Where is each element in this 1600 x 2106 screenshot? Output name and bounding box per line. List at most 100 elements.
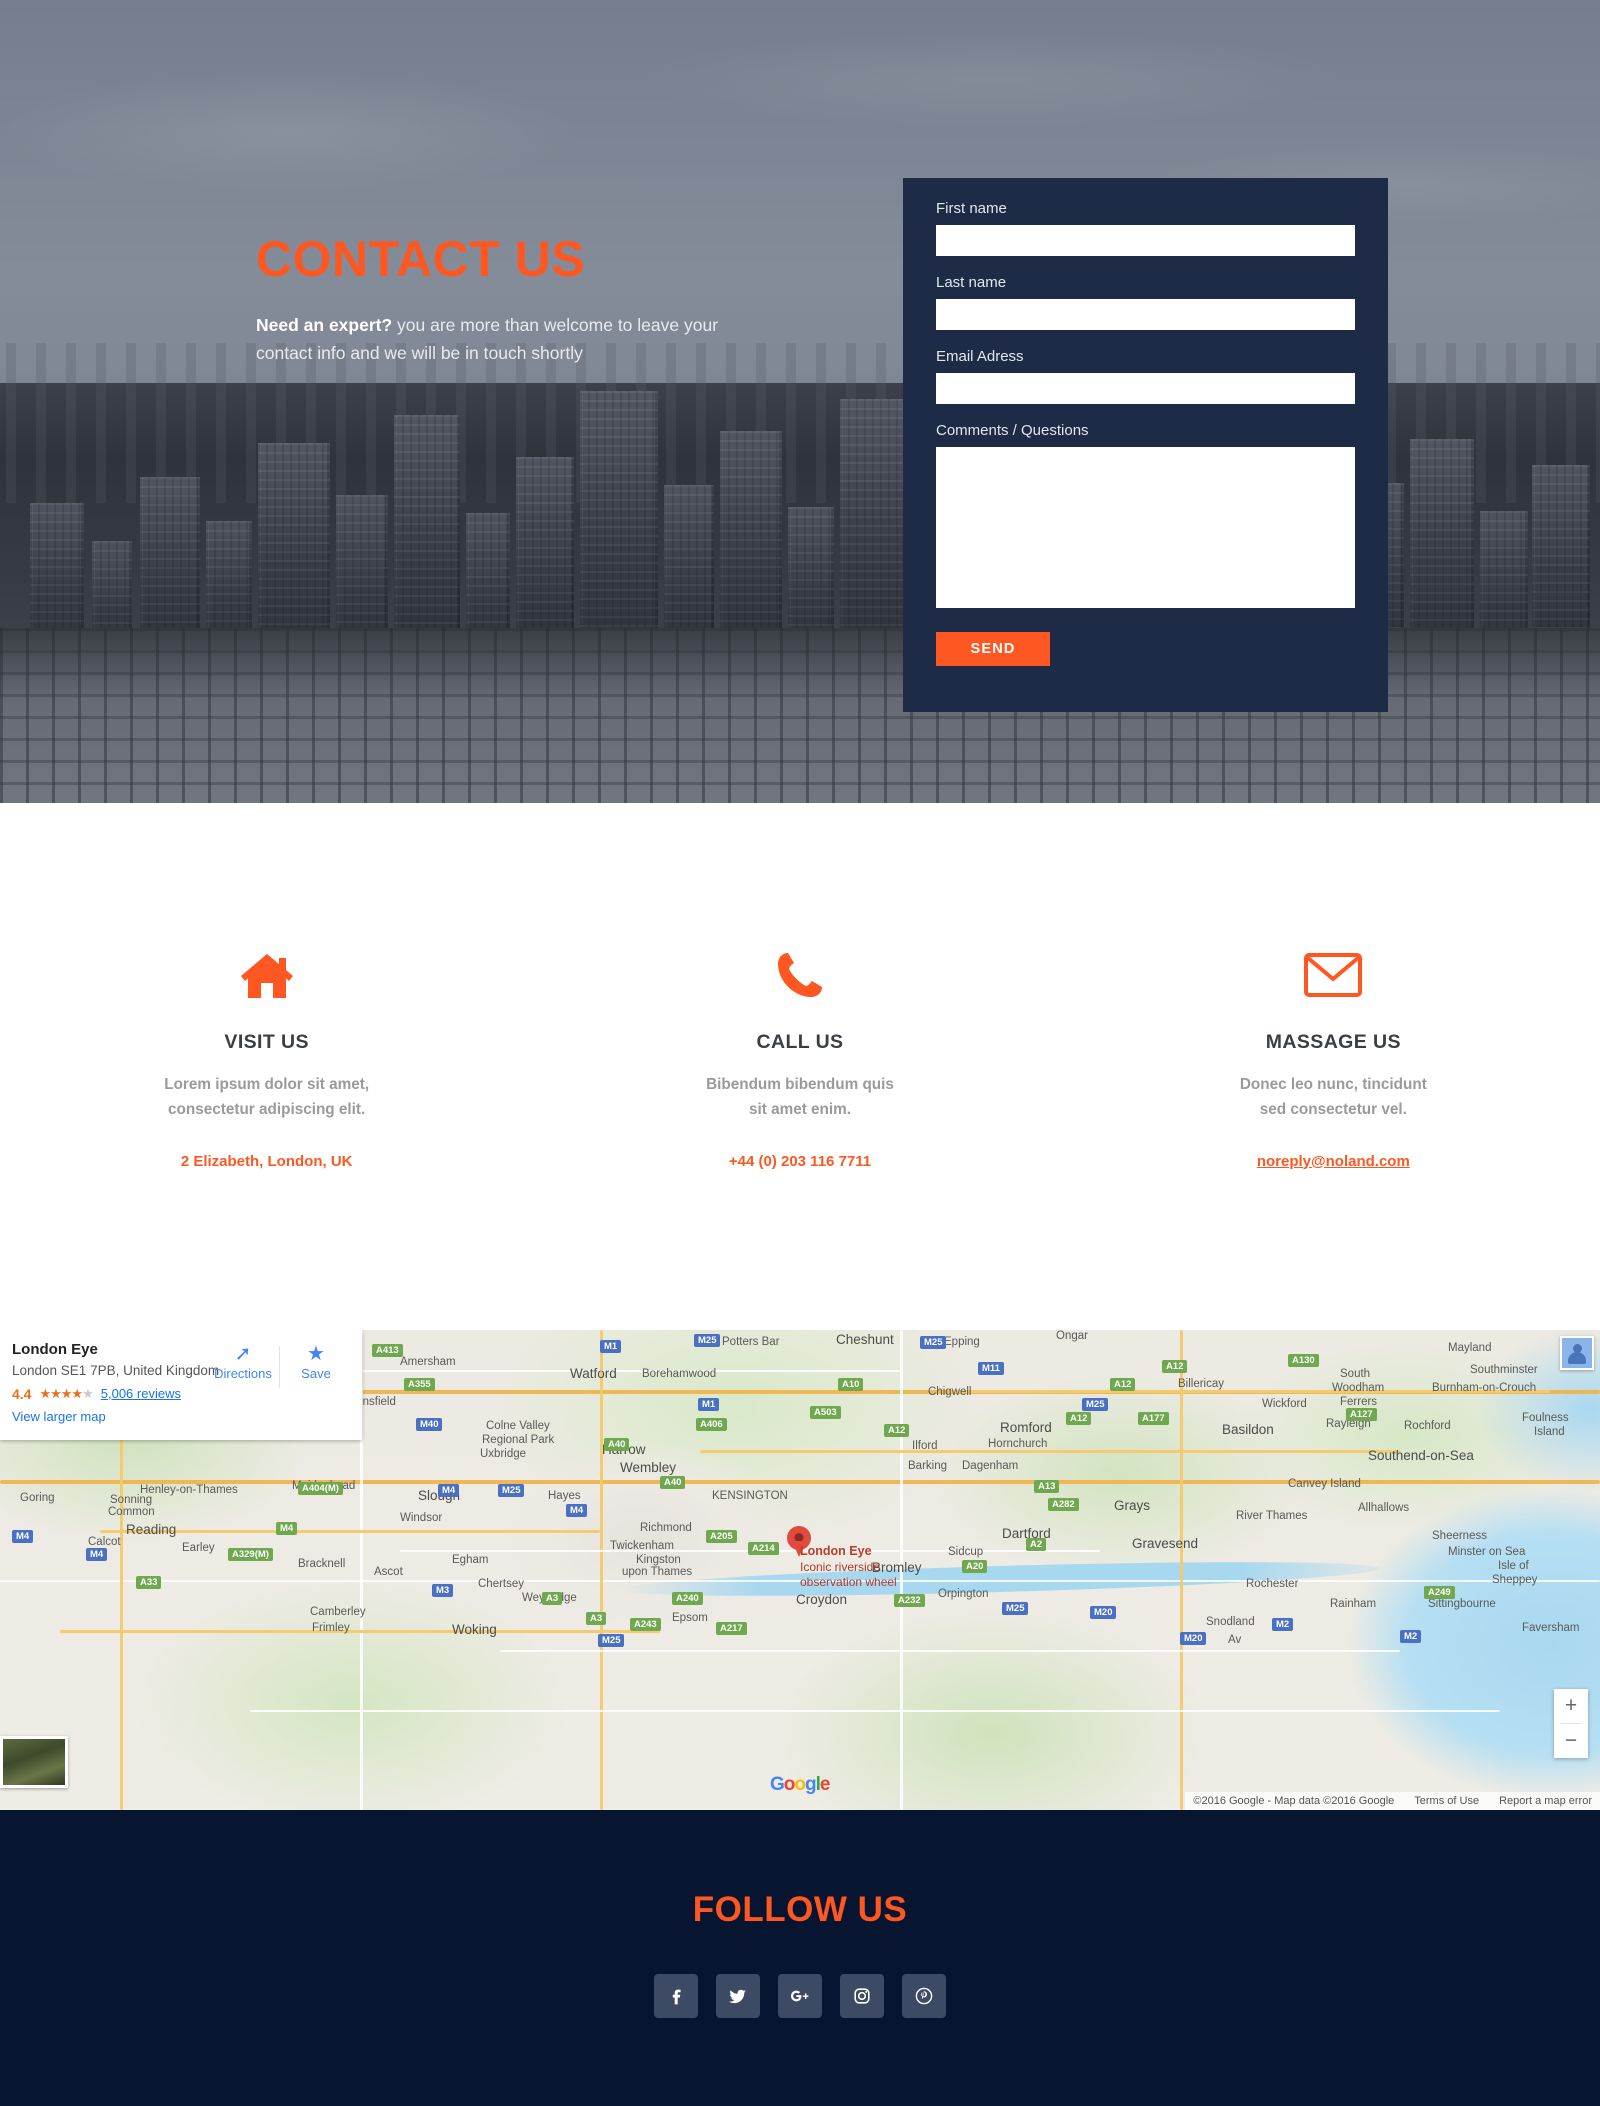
map-place-label: Grays [1114,1498,1151,1513]
map-place-label: Richmond [640,1522,692,1534]
info-column-massage-us: MASSAGE US Donec leo nunc, tincidunt sed… [1067,941,1600,1171]
map-place-label: Isle of [1498,1560,1529,1572]
map-place-label: Southend-on-Sea [1368,1448,1474,1463]
comments-textarea[interactable] [936,447,1355,608]
map-place-label: Camberley [310,1606,366,1618]
instagram-icon[interactable] [840,1974,884,2018]
contact-form-panel: First name Last name Email Adress Commen… [903,178,1388,712]
zoom-in-button[interactable]: + [1554,1689,1588,1723]
save-label: Save [301,1366,331,1381]
map-road-badge: A40 [660,1476,686,1489]
map-road-badge: M4 [438,1484,460,1497]
report-map-error-link[interactable]: Report a map error [1499,1795,1592,1807]
map-road-badge: A3 [542,1592,563,1605]
map-place-label: upon Thames [622,1566,693,1578]
map-place-label: Rochester [1246,1578,1299,1590]
map-road-badge: A249 [1424,1586,1455,1599]
map-place-label: Burnham-on-Crouch [1432,1382,1537,1394]
map-road-badge: A282 [1048,1498,1079,1511]
map-place-label: Canvey Island [1288,1478,1361,1490]
map-road-badge: M20 [1090,1606,1117,1619]
map-place-label: Bracknell [298,1558,346,1570]
street-view-thumbnail[interactable] [0,1736,68,1788]
send-button[interactable]: SEND [936,632,1050,666]
map-road-badge: M1 [600,1340,622,1353]
last-name-input[interactable] [936,299,1355,330]
terms-of-use-link[interactable]: Terms of Use [1414,1795,1479,1807]
reviews-link[interactable]: 5,006 reviews [101,1386,181,1401]
facebook-icon[interactable] [654,1974,698,2018]
phone-icon [533,941,1066,1009]
map-place-label: Rochford [1404,1420,1451,1432]
rating-stars: ★★★★★ [39,1385,93,1401]
map-place-label: Minster on Sea [1448,1546,1526,1558]
map-road-badge: A406 [696,1418,727,1431]
contact-info-section: VISIT US Lorem ipsum dolor sit amet, con… [0,803,1600,1330]
map-place-label: Kingston [636,1554,681,1566]
star-icon: ★ [307,1343,325,1365]
zoom-out-button[interactable]: − [1554,1724,1588,1758]
envelope-icon [1067,941,1600,1009]
pegman-body [1568,1352,1586,1364]
twitter-icon[interactable] [716,1974,760,2018]
map-road-badge: A329(M) [228,1548,273,1561]
map-road-badge: A177 [1138,1412,1169,1425]
map-road-badge: A243 [630,1618,661,1631]
info-description: Lorem ipsum dolor sit amet, consectetur … [0,1073,533,1123]
map-place-label: Watford [570,1366,617,1381]
map-place-label: Woking [452,1622,497,1637]
map-place-label: Mayland [1448,1342,1492,1354]
map-road-badge: M25 [694,1334,721,1347]
map-road-badge: A232 [894,1594,925,1607]
directions-button[interactable]: ➚ Directions [207,1344,279,1381]
email-input[interactable] [936,373,1355,404]
address-link[interactable]: 2 Elizabeth, London, UK [181,1153,353,1170]
map-road-badge: M3 [432,1584,454,1597]
email-link[interactable]: noreply@noland.com [1257,1153,1410,1170]
map-place-label: Amersham [400,1356,456,1368]
map-road-badge: A240 [672,1592,703,1605]
map-place-label: Epsom [672,1612,708,1624]
map-card-actions: ➚ Directions ★ Save [207,1344,352,1388]
view-larger-map-link[interactable]: View larger map [12,1409,350,1424]
map-place-label: Island [1534,1426,1565,1438]
map-road-badge: A33 [136,1576,162,1589]
map-place-label: Frimley [312,1622,350,1634]
map-place-label: Epping [944,1336,980,1348]
map-place-label: Reading [126,1522,177,1537]
map-road-badge: A2 [1026,1538,1047,1551]
info-desc-line1: Bibendum bibendum quis [706,1076,894,1093]
info-column-visit-us: VISIT US Lorem ipsum dolor sit amet, con… [0,941,533,1171]
info-desc-line2: sed consectetur vel. [1259,1100,1407,1118]
comments-label: Comments / Questions [936,422,1089,439]
map-place-label: Sheppey [1492,1574,1538,1586]
map-road [250,1710,1050,1712]
marker-desc-line1: Iconic riverside [800,1559,881,1574]
map-road-badge: M4 [86,1548,108,1561]
map-place-label: Uxbridge [480,1448,527,1460]
map-place-label: Dagenham [962,1460,1019,1472]
phone-link[interactable]: +44 (0) 203 116 7711 [729,1153,871,1170]
map-place-label: Chigwell [928,1386,972,1398]
street-view-pegman-icon[interactable] [1560,1336,1594,1370]
social-links [0,1974,1600,2018]
map-place-label: Basildon [1222,1422,1274,1437]
map-place-label: Common [108,1506,155,1518]
map-place-label: Ascot [374,1566,403,1578]
first-name-input[interactable] [936,225,1355,256]
map-road-badge: M4 [276,1522,298,1535]
pinterest-icon[interactable] [902,1974,946,2018]
info-description: Bibendum bibendum quis sit amet enim. [533,1073,1066,1123]
map-place-label: Wembley [620,1460,677,1475]
map-place-label: Sheerness [1432,1530,1487,1542]
info-title: MASSAGE US [1265,1031,1401,1053]
map-place-label: Romford [1000,1420,1052,1435]
google-plus-icon[interactable] [778,1974,822,2018]
map-place-label: Rainham [1330,1598,1377,1610]
map-attribution: ©2016 Google - Map data ©2016 Google Ter… [1185,1792,1600,1810]
save-button[interactable]: ★ Save [280,1344,352,1381]
map-place-label: Wickford [1262,1398,1307,1410]
hero-text-block: CONTACT US Need an expert? you are more … [256,232,776,368]
map-place-label: Windsor [400,1512,443,1524]
map-place-label: Southminster [1470,1364,1538,1376]
